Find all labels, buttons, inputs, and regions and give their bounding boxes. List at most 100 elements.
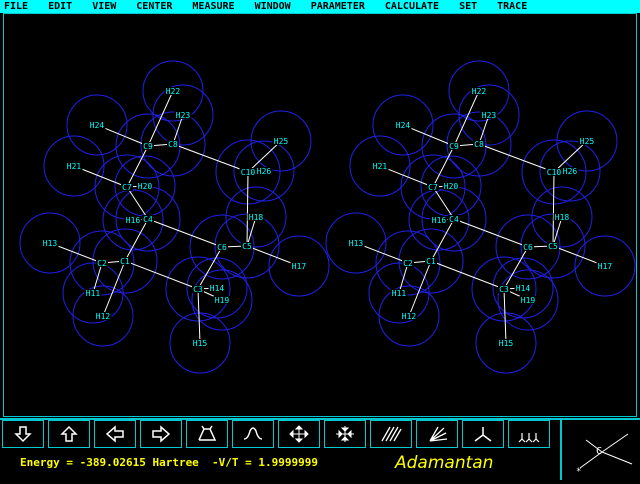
axis-indicator: C * [576,433,633,477]
move-right-button[interactable] [140,420,182,448]
menu-bar: FILE EDIT VIEW CENTER MEASURE WINDOW PARAMETER… [0,0,640,13]
atom-label[interactable]: H24 [396,121,411,130]
bond-line [147,90,174,147]
atom-label[interactable]: C6 [523,243,533,252]
spread-button[interactable] [508,420,550,448]
hatch-icon [381,426,402,442]
move-out-icon [289,425,309,443]
energy-status: Energy = -389.02615 Hartree -V/T = 1.999… [20,456,319,469]
menu-trace[interactable]: TRACE [497,0,527,13]
atom-label[interactable]: C9 [449,142,459,151]
atom-label[interactable]: C4 [143,215,153,224]
atom-label[interactable]: H13 [43,239,58,248]
atom-label[interactable]: H15 [193,339,208,348]
rotate-cw-button[interactable] [232,420,274,448]
atom-label[interactable]: H22 [472,87,487,96]
atom-label[interactable]: C1 [120,257,130,266]
atom-label[interactable]: H19 [521,296,536,305]
atom-label[interactable]: C7 [122,183,132,192]
bond-line [552,171,555,247]
atom-label[interactable]: H23 [482,111,497,120]
bond-line [453,218,529,248]
atom-label[interactable]: H17 [598,262,613,271]
tripod-button[interactable] [462,420,504,448]
atom-label[interactable]: C6 [217,243,227,252]
atom-label[interactable]: C1 [426,257,436,266]
atom-label[interactable]: H20 [444,182,459,191]
menu-center[interactable]: CENTER [136,0,172,13]
rotate-ccw-button[interactable] [186,420,228,448]
atom-label[interactable]: H17 [292,262,307,271]
menu-file[interactable]: FILE [4,0,28,13]
atom-label[interactable]: C4 [449,215,459,224]
move-out-button[interactable] [278,420,320,448]
atom-label[interactable]: H13 [349,239,364,248]
atom-label[interactable]: H14 [516,284,531,293]
atom-label[interactable]: H14 [210,284,225,293]
move-down-button[interactable] [2,420,44,448]
axis-atom-label: C [596,446,602,457]
bond-line [126,145,149,188]
molecule-name: Adamantan [395,453,494,473]
move-in-button[interactable] [324,420,366,448]
fan-icon [429,426,448,442]
atom-label[interactable]: H18 [249,213,264,222]
atom-label[interactable]: C2 [97,259,107,268]
bottom-panel: Energy = -389.02615 Hartree -V/T = 1.999… [0,418,640,480]
atom-label[interactable]: H20 [138,182,153,191]
atom-label[interactable]: C8 [168,140,178,149]
atom-label[interactable]: H23 [176,111,191,120]
molecule-viewport[interactable]: C9 C8 C7 C10 C4 C6 C5 C2 C1 C3 H22 H23 H24 H25 H21 H20 H… [3,13,637,417]
atom-label[interactable]: H12 [96,312,111,321]
move-up-button[interactable] [48,420,90,448]
atom-label[interactable]: C8 [474,140,484,149]
move-left-button[interactable] [94,420,136,448]
atom-label[interactable]: C10 [241,168,256,177]
fan-button[interactable] [416,420,458,448]
atom-label[interactable]: H12 [402,312,417,321]
atom-label[interactable]: H11 [86,289,101,298]
bond-line [503,246,529,290]
atom-label[interactable]: C3 [193,285,203,294]
atom-label[interactable]: C3 [499,285,509,294]
bond-line [246,171,249,247]
bond-line [197,246,223,290]
atom-label[interactable]: C7 [428,183,438,192]
arrow-left-icon [105,425,124,443]
atom-label[interactable]: H16 [432,216,447,225]
spread-icon [518,433,540,443]
atom-label[interactable]: H22 [166,87,181,96]
atom-label[interactable]: H26 [257,167,272,176]
atom-label[interactable]: C2 [403,259,413,268]
arrow-right-icon [152,425,171,443]
stereo-molecule-view[interactable]: C9 C8 C7 C10 C4 C6 C5 C2 C1 C3 H22 H23 H24 H25 H21 H20 H… [4,14,636,416]
rotate-cw-icon [243,427,263,440]
hatch-button[interactable] [370,420,412,448]
atom-label[interactable]: H19 [215,296,230,305]
atom-label[interactable]: H25 [274,137,289,146]
atom-label[interactable]: H15 [499,339,514,348]
menu-set[interactable]: SET [459,0,477,13]
axis-orientation-panel[interactable]: C * [560,418,640,480]
atom-label[interactable]: C10 [547,168,562,177]
atom-label[interactable]: H25 [580,137,595,146]
menu-calculate[interactable]: CALCULATE [385,0,439,13]
atom-label[interactable]: H11 [392,289,407,298]
atom-label[interactable]: H24 [90,121,105,130]
bond-line [430,260,505,290]
atom-label[interactable]: H21 [373,162,388,171]
origin-star-icon: * [576,467,581,477]
atom-label[interactable]: H18 [555,213,570,222]
menu-edit[interactable]: EDIT [48,0,72,13]
menu-parameter[interactable]: PARAMETER [311,0,365,13]
atom-label[interactable]: C5 [548,242,558,251]
atom-label[interactable]: H16 [126,216,141,225]
atom-label[interactable]: C5 [242,242,252,251]
bond-line [503,288,507,344]
atom-label[interactable]: C9 [143,142,153,151]
menu-measure[interactable]: MEASURE [192,0,234,13]
menu-window[interactable]: WINDOW [255,0,291,13]
menu-view[interactable]: VIEW [92,0,116,13]
atom-label[interactable]: H21 [67,162,82,171]
atom-label[interactable]: H26 [563,167,578,176]
